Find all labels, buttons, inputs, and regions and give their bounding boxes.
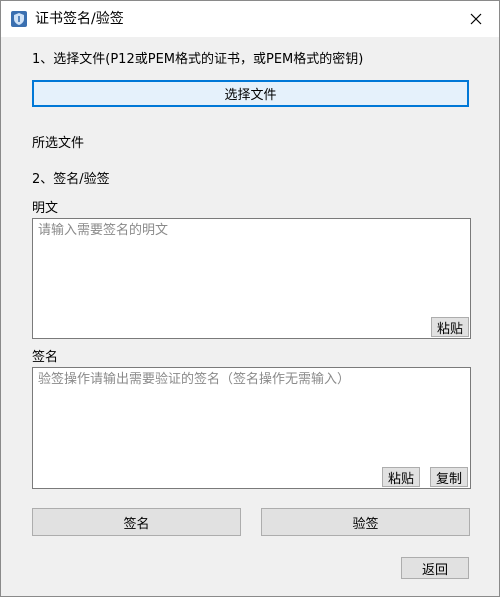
signature-copy-button[interactable]: 复制 — [430, 467, 468, 487]
signature-label: 签名 — [32, 350, 59, 365]
selected-file-label: 所选文件 — [32, 136, 85, 151]
verify-button[interactable]: 验签 — [261, 508, 470, 536]
signature-input[interactable]: 验签操作请输出需要验证的签名（签名操作无需输入） 粘贴 复制 — [32, 367, 471, 489]
close-button[interactable] — [453, 1, 499, 37]
certificate-sign-window: 证书签名/验签 1、选择文件(P12或PEM格式的证书，或PEM格式的密钥) 选… — [0, 0, 500, 597]
signature-paste-button[interactable]: 粘贴 — [382, 467, 420, 487]
plaintext-paste-button[interactable]: 粘贴 — [431, 317, 469, 337]
title-bar: 证书签名/验签 — [1, 1, 499, 37]
choose-file-button[interactable]: 选择文件 — [32, 80, 469, 107]
back-button[interactable]: 返回 — [401, 557, 469, 579]
window-title: 证书签名/验签 — [35, 11, 124, 27]
close-icon — [470, 13, 482, 25]
plaintext-label: 明文 — [32, 201, 59, 216]
step1-label: 1、选择文件(P12或PEM格式的证书，或PEM格式的密钥) — [32, 52, 364, 67]
sign-button[interactable]: 签名 — [32, 508, 241, 536]
signature-placeholder: 验签操作请输出需要验证的签名（签名操作无需输入） — [38, 372, 351, 387]
step2-label: 2、签名/验签 — [32, 172, 110, 187]
plaintext-input[interactable]: 请输入需要签名的明文 粘贴 — [32, 218, 471, 339]
plaintext-placeholder: 请输入需要签名的明文 — [38, 223, 169, 238]
shield-icon — [11, 11, 27, 27]
